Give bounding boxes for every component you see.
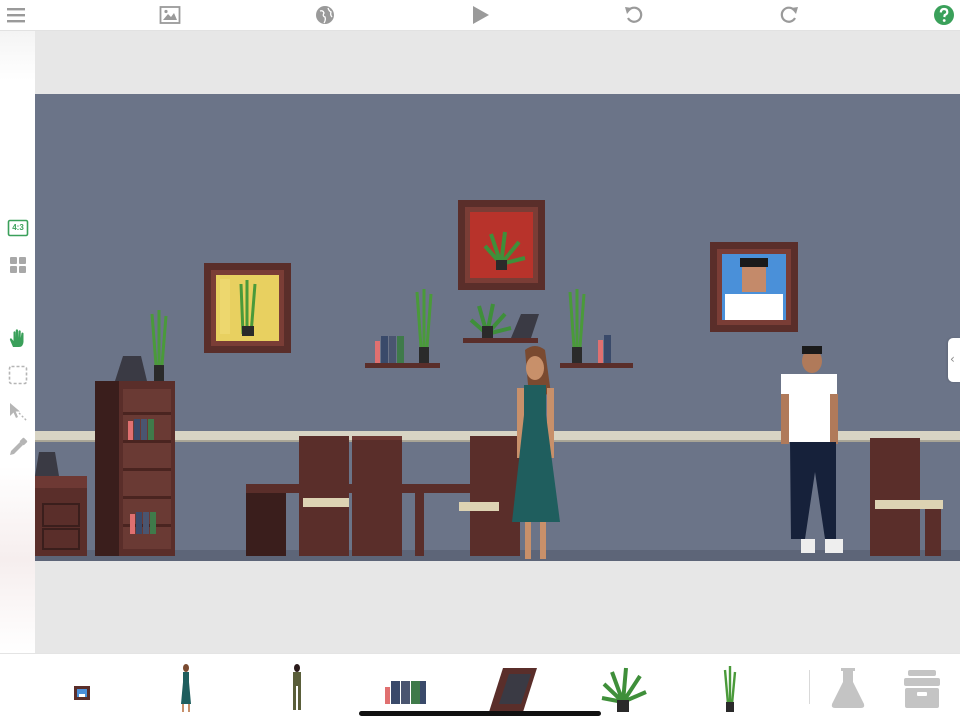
- aspect-ratio-label: 4:3: [12, 223, 24, 232]
- books-icon[interactable]: [384, 662, 428, 714]
- woman-olive-outfit-asset[interactable]: [287, 662, 307, 714]
- image-icon[interactable]: [159, 4, 181, 26]
- dashed-select-icon[interactable]: [7, 364, 29, 386]
- chair-1: [299, 436, 349, 556]
- pointer-icon[interactable]: [7, 401, 29, 423]
- bookcase: [95, 310, 175, 556]
- play-icon[interactable]: [469, 4, 491, 26]
- photo-frame-icon[interactable]: [487, 662, 539, 714]
- chair-2: [352, 436, 402, 556]
- bamboo-icon[interactable]: [722, 662, 738, 714]
- redo-icon[interactable]: [778, 4, 800, 26]
- undo-icon[interactable]: [623, 4, 645, 26]
- tray-divider: [809, 670, 810, 704]
- home-indicator: [359, 711, 601, 716]
- top-toolbar: [0, 0, 960, 31]
- eyedropper-icon[interactable]: [7, 436, 29, 458]
- canvas-area[interactable]: ‹: [35, 31, 960, 653]
- woman-teal-dress-asset[interactable]: [176, 662, 196, 714]
- archive-box-icon[interactable]: [900, 662, 944, 714]
- wall-shelf-middle: [463, 303, 539, 343]
- side-desk: [35, 452, 87, 556]
- chair-4: [870, 438, 943, 556]
- portrait-man-painting: [710, 242, 798, 332]
- left-tool-rail: 4:3: [0, 31, 35, 653]
- red-plant-painting: [458, 200, 545, 290]
- hand-icon[interactable]: [7, 327, 29, 349]
- wall-shelf-left: [365, 289, 440, 368]
- man-in-white-tshirt: [781, 346, 843, 553]
- flask-icon[interactable]: [830, 662, 866, 714]
- wall-shelf-right: [560, 289, 633, 368]
- globe-icon[interactable]: [314, 4, 336, 26]
- scene-artwork: [35, 200, 960, 561]
- grid-icon[interactable]: [7, 254, 29, 276]
- hamburger-menu-icon[interactable]: [5, 4, 27, 26]
- help-icon[interactable]: [933, 4, 955, 26]
- chevron-left-icon: ‹: [950, 352, 955, 366]
- chair-3: [459, 436, 520, 556]
- side-panel-handle[interactable]: ‹: [948, 338, 960, 382]
- fern-icon[interactable]: [598, 662, 648, 714]
- scene-stage[interactable]: [35, 94, 960, 561]
- aspect-ratio-icon[interactable]: 4:3: [7, 217, 29, 239]
- yellow-plant-painting: [204, 263, 291, 353]
- framed-picture-icon[interactable]: [72, 662, 92, 714]
